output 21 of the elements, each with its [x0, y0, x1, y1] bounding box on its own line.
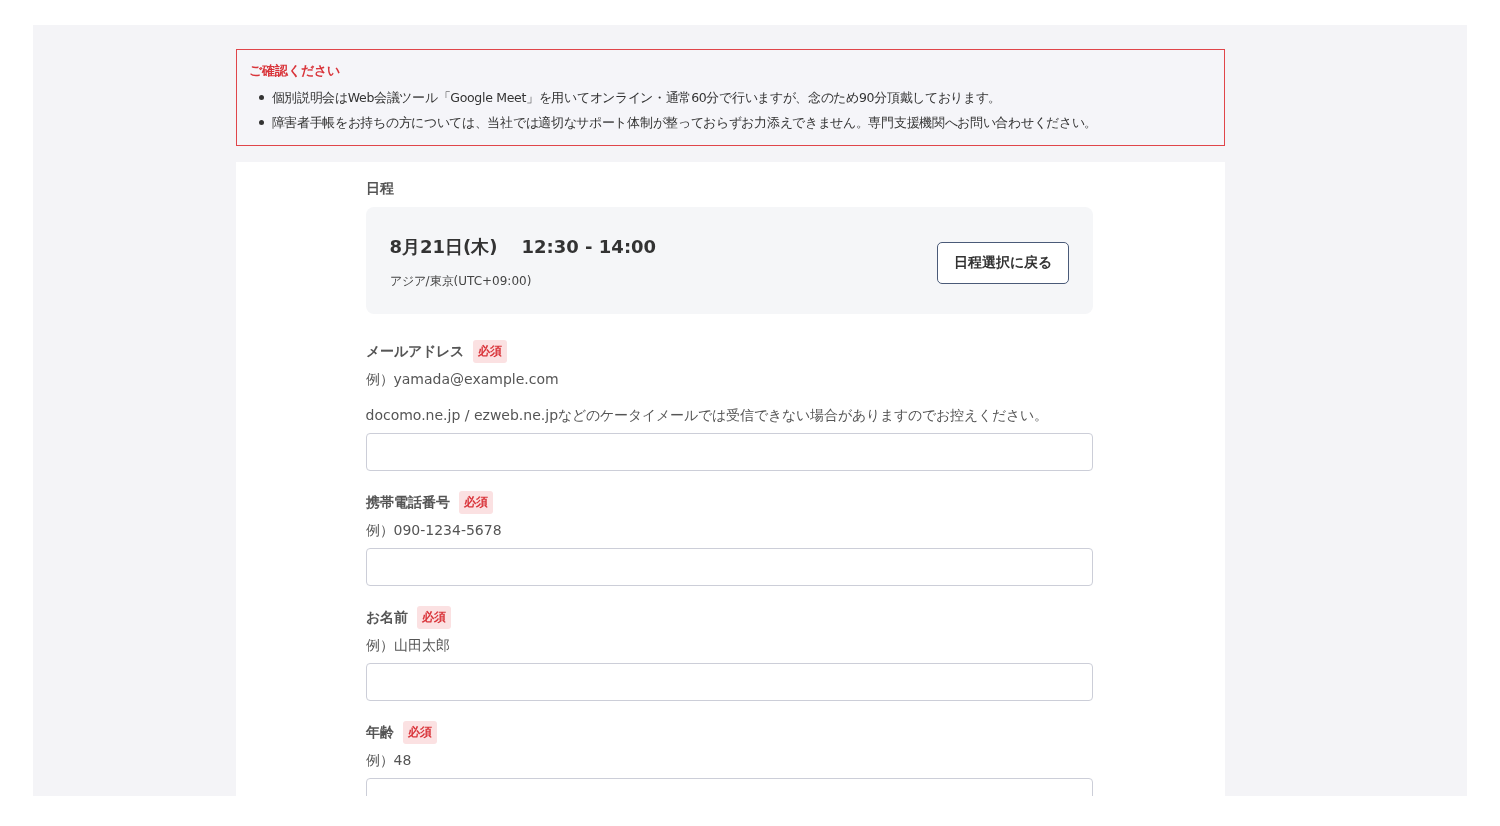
hint-text: 例）48	[365, 752, 413, 770]
required-badge: 必須	[416, 606, 451, 629]
field-label: 携帯電話番号	[365, 493, 450, 512]
schedule-date: 8月21日(木)	[389, 236, 498, 257]
required-badge: 必須	[402, 721, 437, 744]
hint-text: 例）090-1234-5678	[365, 522, 503, 540]
required-badge: 必須	[458, 491, 493, 514]
field-label: 年齢	[365, 723, 394, 742]
timezone-text: アジア/東京(UTC+09:00)	[389, 273, 533, 290]
notice-text: 個別説明会はWeb会議ツール「Google Meet」を用いてオンライン・通常60分で行いますが、念のため90分頂戴しております。	[271, 89, 1002, 107]
hint-text: 例）yamada@example.com	[365, 371, 560, 389]
field-label: メールアドレス	[365, 342, 464, 361]
field-label: お名前	[365, 608, 408, 627]
hint-text: docomo.ne.jp / ezweb.ne.jpなどのケータイメールでは受信できない場合がありますのでお控えください。	[365, 407, 1050, 425]
notice-text: 障害者手帳をお持ちの方については、当社では適切なサポート体制が整っておらずお力添えできません。専門支援機関へお問い合わせください。	[271, 114, 1097, 132]
back-button[interactable]: 日程選択に戻る	[936, 241, 1069, 284]
hint-text: 例）山田太郎	[365, 637, 451, 655]
notice-title: ご確認ください	[248, 62, 341, 80]
schedule-time: 12:30 - 14:00	[521, 236, 657, 257]
field-label: 日程	[365, 180, 395, 198]
required-badge: 必須	[472, 340, 507, 363]
